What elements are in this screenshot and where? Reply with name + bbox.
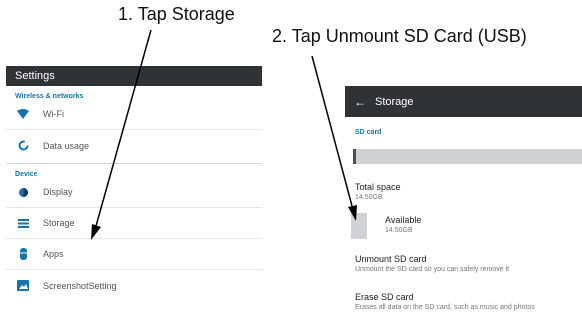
- settings-item-label: Display: [43, 187, 73, 197]
- settings-item-wifi[interactable]: Wi-Fi: [6, 99, 262, 130]
- storage-title: Storage: [375, 95, 414, 108]
- erase-subtitle: Erases all data on the SD card, such as …: [355, 304, 535, 311]
- apps-icon: [8, 248, 38, 260]
- settings-item-screenshot[interactable]: ScreenshotSetting: [6, 270, 262, 301]
- available-item: Available 14.50GB: [345, 213, 582, 239]
- step2-caption: 2. Tap Unmount SD Card (USB): [272, 26, 527, 46]
- section-header-wireless: Wireless & networks: [15, 93, 84, 100]
- settings-item-apps[interactable]: Apps: [6, 239, 262, 270]
- section-header-device: Device: [15, 171, 38, 178]
- settings-app-bar: Settings: [6, 66, 262, 86]
- storage-usage-bar: [353, 149, 582, 164]
- settings-item-label: Storage: [43, 218, 75, 228]
- settings-item-label: Wi-Fi: [43, 109, 64, 119]
- erase-sd-card-item[interactable]: Erase SD card Erases all data on the SD …: [345, 292, 582, 311]
- settings-title: Settings: [15, 70, 55, 82]
- settings-item-label: ScreenshotSetting: [43, 280, 117, 291]
- erase-title: Erase SD card: [355, 292, 414, 302]
- data-usage-icon: [8, 140, 38, 151]
- settings-item-label: Apps: [43, 249, 64, 259]
- unmount-subtitle: Unmount the SD card so you can safely re…: [355, 266, 510, 273]
- unmount-title: Unmount SD card: [355, 254, 427, 264]
- storage-usage-fill: [353, 149, 356, 164]
- unmount-sd-card-item[interactable]: Unmount SD card Unmount the SD card so y…: [345, 254, 582, 273]
- storage-app-bar: ← Storage: [345, 86, 582, 117]
- settings-item-data-usage[interactable]: Data usage: [6, 130, 262, 161]
- available-value: 14.50GB: [385, 227, 413, 234]
- settings-item-display[interactable]: Display: [6, 177, 262, 208]
- storage-icon: [8, 218, 38, 228]
- settings-screen: Settings Wireless & networks Wi-Fi Data …: [6, 66, 262, 327]
- available-color-swatch: [351, 213, 367, 239]
- available-label: Available: [385, 215, 422, 225]
- screenshot-icon: [8, 280, 38, 291]
- settings-item-storage[interactable]: Storage: [6, 208, 262, 239]
- back-arrow-icon[interactable]: ←: [349, 95, 371, 109]
- total-space-item: Total space 14.50GB: [345, 182, 582, 201]
- total-space-value: 14.50GB: [355, 194, 383, 201]
- wifi-icon: [8, 109, 38, 119]
- storage-screen: ← Storage SD card Total space 14.50GB Av…: [345, 86, 582, 327]
- settings-item-label: Data usage: [43, 140, 90, 151]
- step1-caption: 1. Tap Storage: [118, 4, 235, 24]
- display-icon: [8, 187, 38, 198]
- sd-card-header: SD card: [355, 129, 382, 136]
- total-space-label: Total space: [355, 182, 401, 192]
